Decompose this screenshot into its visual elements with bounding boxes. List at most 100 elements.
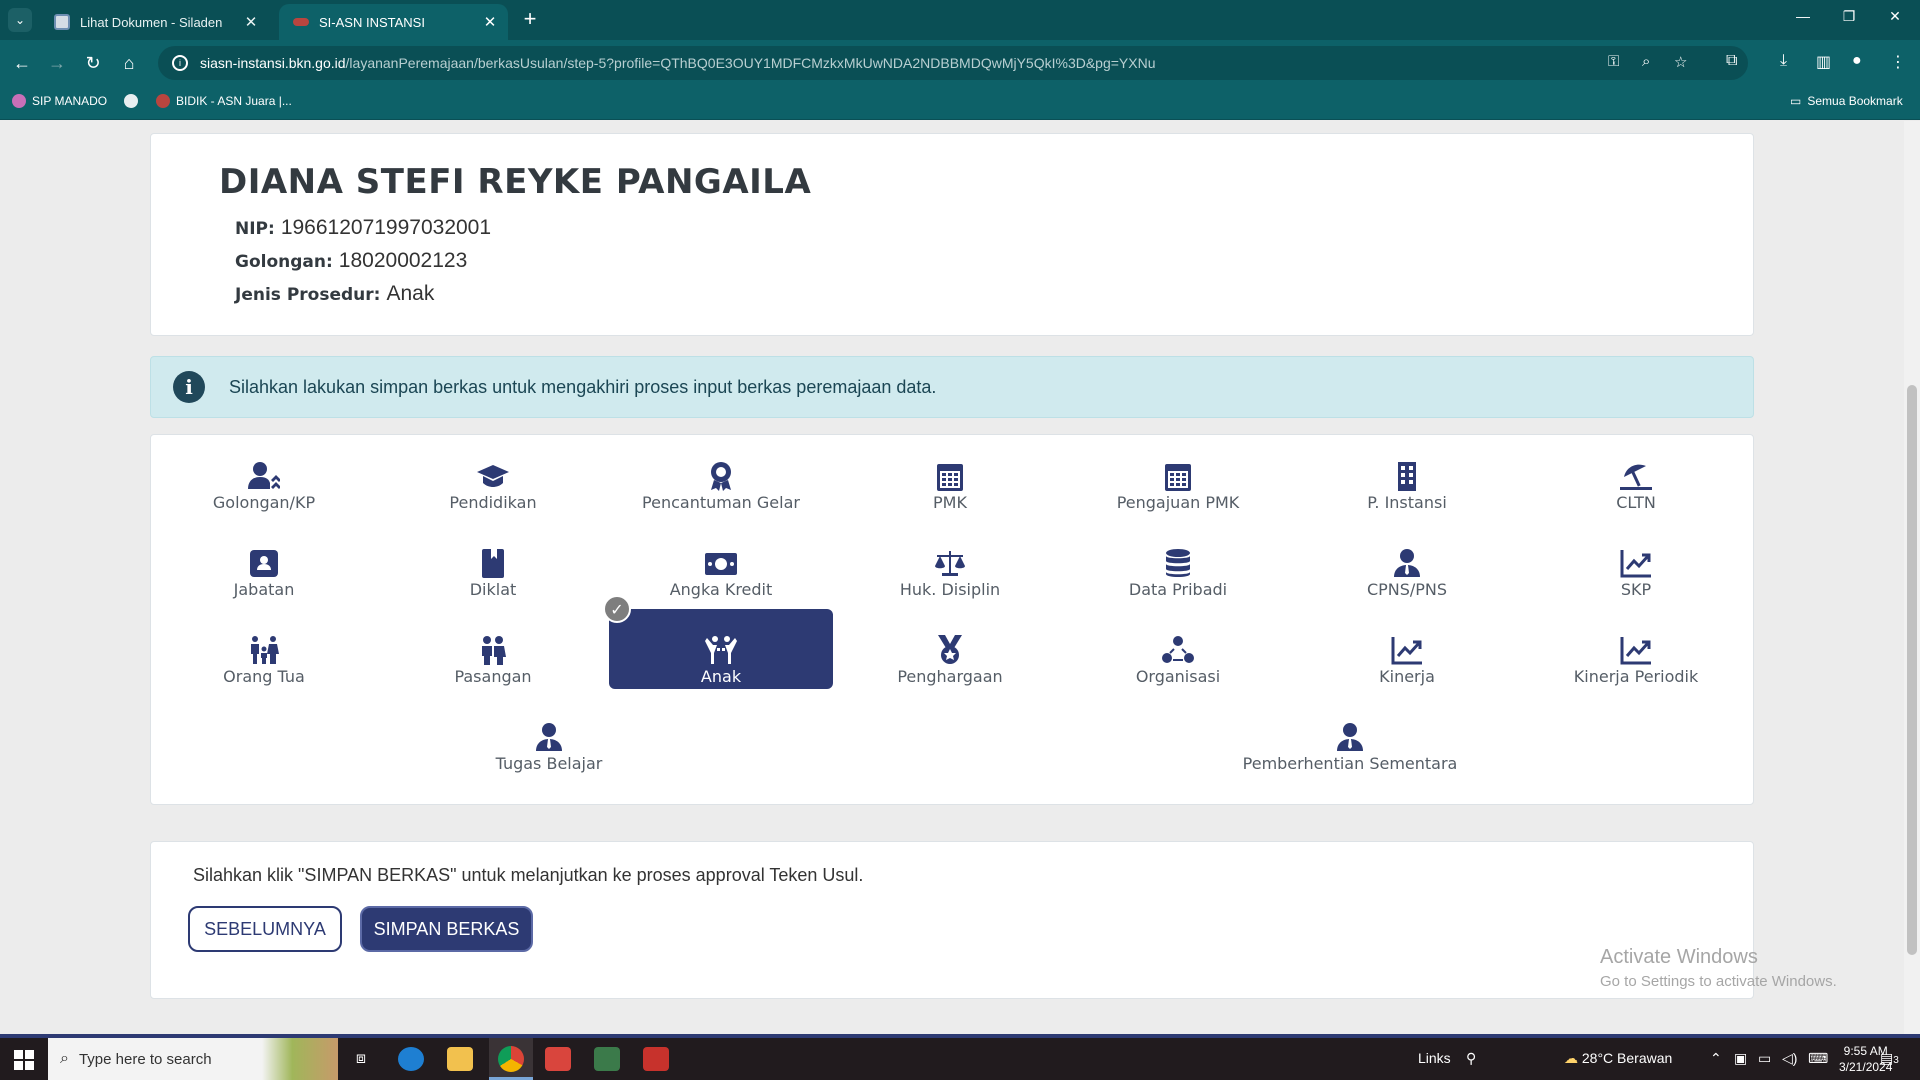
reload-icon[interactable]: ↻ — [80, 50, 106, 76]
bookmark-globe[interactable] — [124, 94, 144, 108]
download-icon[interactable]: ⤓ — [1780, 52, 1787, 70]
address-bar[interactable]: i siasn-instansi.bkn.go.id/layananPerema… — [158, 46, 1748, 80]
profile-icon[interactable]: ● — [1852, 52, 1862, 70]
alert-text: Silahkan lakukan simpan berkas untuk men… — [229, 376, 937, 397]
folder-icon: ▭ — [1790, 94, 1802, 108]
menu-item-label: CLTN — [1616, 493, 1656, 512]
menu-item-label: Angka Kredit — [669, 580, 773, 599]
scroll-thumb[interactable] — [1907, 385, 1917, 955]
menu-item-anak[interactable]: Anak — [609, 609, 833, 689]
side-panel-icon[interactable]: ▥ — [1816, 52, 1831, 72]
id-badge-icon — [250, 550, 278, 577]
file-explorer-icon[interactable] — [447, 1047, 473, 1071]
menu-item-label: Huk. Disiplin — [899, 580, 1001, 599]
previous-button[interactable]: SEBELUMNYA — [188, 906, 342, 952]
menu-item-golongan-kp[interactable]: Golongan/KP — [152, 435, 376, 515]
home-icon[interactable]: ⌂ — [116, 50, 142, 76]
close-icon[interactable]: ✕ — [243, 13, 259, 31]
medal-icon — [938, 635, 962, 664]
menu-item-pendidikan[interactable]: Pendidikan — [381, 435, 605, 515]
menu-item-penghargaan[interactable]: Penghargaan — [838, 609, 1062, 689]
menu-item-label: Kinerja — [1379, 667, 1435, 686]
chevron-up-icon[interactable]: ⌃ — [1710, 1050, 1722, 1067]
info-alert: i Silahkan lakukan simpan berkas untuk m… — [150, 356, 1754, 418]
menu-item-pencantuman-gelar[interactable]: Pencantuman Gelar — [609, 435, 833, 515]
browser-tab-2[interactable]: SI-ASN INSTANSI ✕ — [279, 4, 508, 40]
tab-search-button[interactable]: ⌄ — [8, 8, 32, 32]
menu-item-cltn[interactable]: CLTN — [1524, 435, 1748, 515]
notification-center-icon[interactable]: ▤3 — [1880, 1050, 1899, 1067]
menu-item-organisasi[interactable]: Organisasi — [1066, 609, 1290, 689]
menu-item-label: Pendidikan — [449, 493, 537, 512]
password-key-icon[interactable]: ⚿ — [1608, 53, 1619, 70]
windows-taskbar: ⌕ Type here to search ⧈ Links ⚲ ☁ 28°C B… — [0, 1038, 1920, 1080]
language-icon[interactable]: ⌨ — [1808, 1050, 1828, 1067]
taskbar-search[interactable]: ⌕ Type here to search — [48, 1038, 338, 1080]
chart-line-icon — [1391, 637, 1422, 665]
new-tab-button[interactable]: + — [518, 8, 542, 32]
bookmark-favicon — [12, 94, 26, 108]
all-bookmarks-button[interactable]: ▭ Semua Bookmark — [1790, 94, 1903, 108]
globe-icon — [124, 94, 138, 108]
menu-item-label: Diklat — [469, 580, 517, 599]
menu-item-orang-tua[interactable]: Orang Tua — [152, 609, 376, 689]
menu-item-label: CPNS/PNS — [1366, 580, 1448, 599]
nip-row: NIP: 196612071997032001 — [235, 216, 491, 240]
menu-item-kinerja[interactable]: Kinerja — [1295, 609, 1519, 689]
star-icon[interactable]: ☆ — [1674, 53, 1687, 71]
restore-icon[interactable]: ❐ — [1826, 8, 1872, 25]
menu-item-p-instansi[interactable]: P. Instansi — [1295, 435, 1519, 515]
menu-item-skp[interactable]: SKP — [1524, 522, 1748, 602]
chrome-taskbar-button[interactable] — [489, 1038, 533, 1080]
menu-item-kinerja-periodik[interactable]: Kinerja Periodik — [1524, 609, 1748, 689]
save-files-button[interactable]: SIMPAN BERKAS — [360, 906, 533, 952]
pdf-app-icon[interactable] — [643, 1047, 669, 1071]
menu-item-jabatan[interactable]: Jabatan — [152, 522, 376, 602]
menu-item-data-pribadi[interactable]: Data Pribadi — [1066, 522, 1290, 602]
menu-item-label: Jabatan — [233, 580, 295, 599]
meet-now-icon[interactable]: ▣ — [1734, 1050, 1747, 1067]
windows-start-icon[interactable] — [14, 1050, 34, 1070]
anydesk-icon[interactable] — [545, 1047, 571, 1071]
forward-icon[interactable]: → — [44, 50, 70, 76]
menu-item-huk-disiplin[interactable]: Huk. Disiplin — [838, 522, 1062, 602]
close-icon[interactable]: ✕ — [482, 13, 498, 31]
edge-icon[interactable] — [398, 1047, 424, 1071]
tab-favicon — [54, 14, 70, 30]
menu-item-pemberhentian-sementara[interactable]: Pemberhentian Sementara — [1238, 696, 1462, 776]
zoom-icon[interactable]: ⌕ — [1642, 53, 1650, 70]
calculator-icon[interactable] — [594, 1047, 620, 1071]
close-window-icon[interactable]: ✕ — [1872, 8, 1918, 25]
url-path: /layananPeremajaan/berkasUsulan/step-5?p… — [345, 55, 1156, 71]
weather-widget[interactable]: ☁ 28°C Berawan — [1564, 1050, 1672, 1067]
menu-item-pasangan[interactable]: Pasangan — [381, 609, 605, 689]
menu-item-angka-kredit[interactable]: Angka Kredit — [609, 522, 833, 602]
menu-item-label: Organisasi — [1135, 667, 1221, 686]
menu-item-diklat[interactable]: Diklat — [381, 522, 605, 602]
browser-tab-1[interactable]: Lihat Dokumen - Siladen ✕ — [40, 4, 269, 40]
menu-dots-icon[interactable]: ⋮ — [1890, 52, 1906, 72]
prosedur-label: Jenis Prosedur: — [235, 285, 381, 305]
task-view-icon[interactable]: ⧈ — [348, 1047, 374, 1071]
prosedur-row: Jenis Prosedur: Anak — [235, 282, 434, 306]
award-icon — [711, 462, 731, 491]
profile-card: DIANA STEFI REYKE PANGAILA NIP: 196612071… — [150, 133, 1754, 336]
minimize-icon[interactable]: — — [1780, 8, 1826, 24]
network-icon[interactable]: ▭ — [1758, 1050, 1771, 1067]
cloud-sun-icon: ☁ — [1564, 1050, 1578, 1066]
page-scrollbar[interactable] — [1904, 121, 1920, 1034]
menu-item-pmk[interactable]: PMK — [838, 435, 1062, 515]
people-icon[interactable]: ⚲ — [1466, 1050, 1476, 1067]
user-tie-icon — [1394, 549, 1420, 577]
menu-item-cpns-pns[interactable]: CPNS/PNS — [1295, 522, 1519, 602]
site-info-icon[interactable]: i — [172, 55, 188, 71]
bookmark-bidik[interactable]: BIDIK - ASN Juara |... — [156, 94, 292, 108]
employee-name: DIANA STEFI REYKE PANGAILA — [219, 162, 812, 202]
links-toolbar[interactable]: Links — [1418, 1050, 1451, 1066]
menu-item-tugas-belajar[interactable]: Tugas Belajar — [437, 696, 661, 776]
extensions-icon[interactable]: ⧉ — [1726, 52, 1737, 70]
menu-item-pengajuan-pmk[interactable]: Pengajuan PMK — [1066, 435, 1290, 515]
volume-icon[interactable]: ◁) — [1782, 1050, 1797, 1067]
back-icon[interactable]: ← — [9, 50, 35, 76]
bookmark-sip-manado[interactable]: SIP MANADO — [12, 94, 107, 108]
